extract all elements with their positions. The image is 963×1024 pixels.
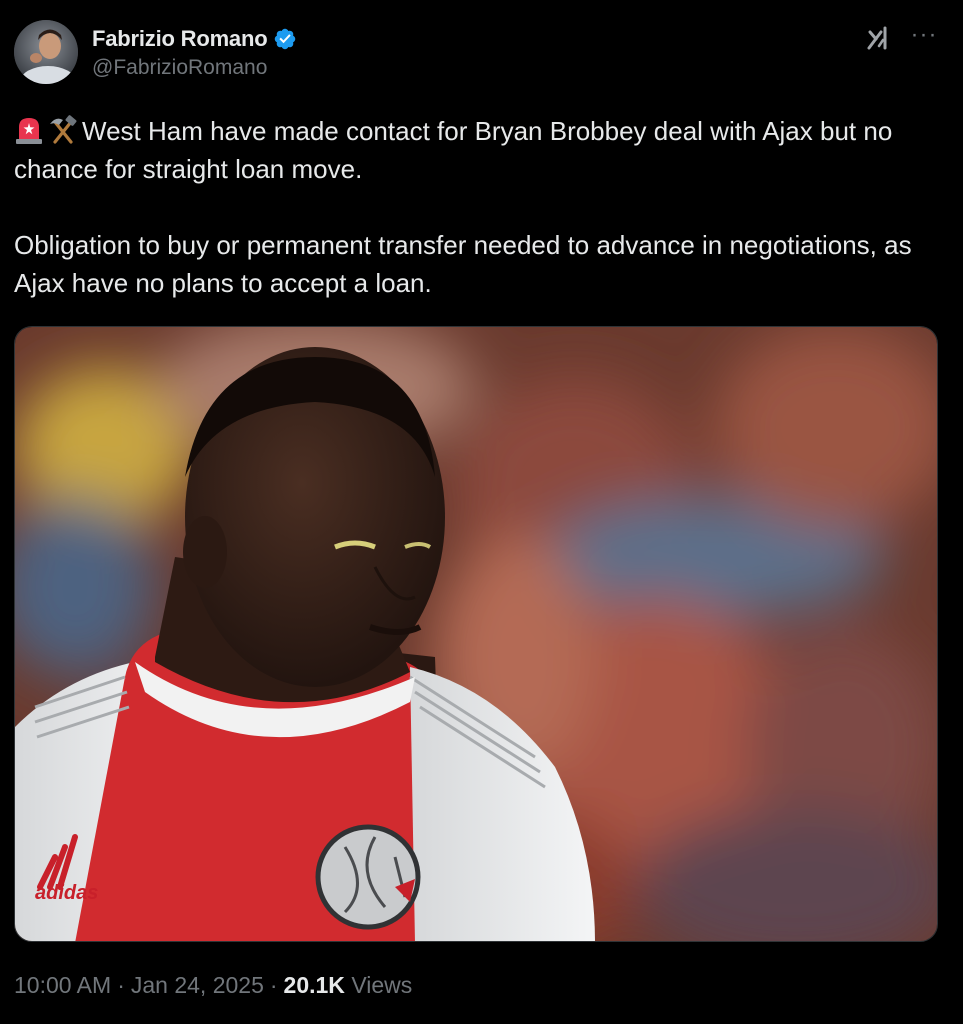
avatar[interactable] [14, 20, 78, 84]
tweet-media-photo[interactable]: adidas [14, 326, 938, 942]
author-handle[interactable]: @FabrizioRomano [92, 56, 297, 80]
player-photo: adidas [15, 327, 937, 941]
tweet-paragraph-1-text: West Ham have made contact for Bryan Bro… [14, 116, 893, 184]
grok-icon[interactable] [865, 24, 893, 52]
police-car-light-emoji [16, 118, 42, 144]
meta-separator-2: · [269, 972, 278, 998]
hammer-and-pick-emoji [50, 115, 77, 144]
views-count: 20.1K [283, 972, 345, 998]
display-name-row: Fabrizio Romano [92, 24, 297, 54]
tweet-paragraph-1: West Ham have made contact for Bryan Bro… [14, 112, 944, 188]
author-names: Fabrizio Romano @FabrizioRomano [92, 24, 297, 80]
tweet-paragraph-2: Obligation to buy or permanent transfer … [14, 230, 912, 298]
adidas-logo: adidas [35, 882, 98, 904]
more-horizontal-icon[interactable]: ··· [909, 23, 939, 52]
views-label: Views [351, 972, 413, 998]
tweet-text: West Ham have made contact for Bryan Bro… [14, 112, 944, 302]
tweet-meta: 10:00 AM · Jan 24, 2025 · 20.1K Views [14, 972, 412, 999]
verified-badge-icon[interactable] [273, 27, 297, 51]
tweet-date[interactable]: Jan 24, 2025 [131, 972, 264, 998]
display-name[interactable]: Fabrizio Romano [92, 26, 268, 52]
avatar-image [14, 20, 78, 84]
meta-separator-1: · [117, 972, 125, 998]
tweet-header: Fabrizio Romano @FabrizioRomano ··· [14, 20, 949, 90]
tweet-time[interactable]: 10:00 AM [14, 972, 111, 998]
tweet-card: Fabrizio Romano @FabrizioRomano ··· West… [0, 0, 963, 1024]
